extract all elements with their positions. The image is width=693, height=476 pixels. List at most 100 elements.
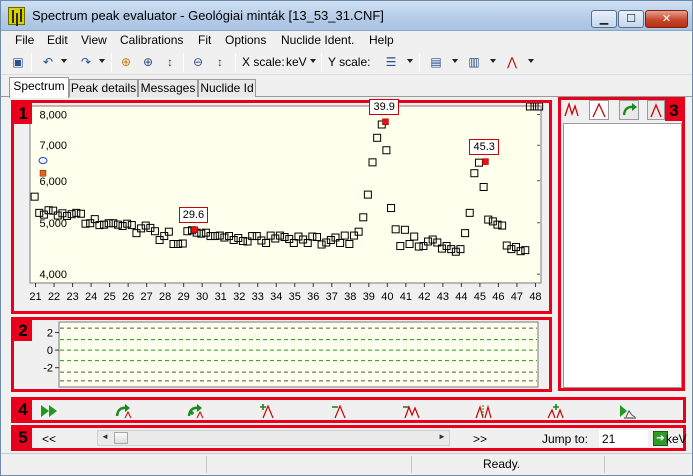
close-icon: ✕ — [661, 13, 672, 25]
residual-chart[interactable]: 2 0 -2 — [14, 320, 549, 389]
x-tick-label: 37 — [326, 291, 338, 303]
next-page-button[interactable]: >> — [473, 432, 487, 446]
tab-peak-details[interactable]: Peak details — [69, 79, 138, 97]
x-tick-label: 32 — [233, 291, 245, 303]
peak-display-dropdown-icon[interactable] — [528, 59, 534, 63]
x-scale-dropdown-icon[interactable] — [310, 59, 316, 63]
split-peak-button[interactable] — [474, 403, 492, 419]
residual-y-tick-label: -2 — [43, 363, 53, 375]
side-tab-spectrum[interactable] — [563, 100, 583, 120]
peak-marker[interactable] — [382, 118, 389, 126]
side-tab-more[interactable] — [647, 100, 665, 120]
menu-nuclide-ident[interactable]: Nuclide Ident. — [281, 33, 354, 47]
scroll-right-icon[interactable]: ► — [438, 432, 446, 441]
refit-add-button[interactable] — [186, 403, 204, 419]
zoom-out-button[interactable]: ⊖ — [189, 53, 207, 71]
jump-to-input[interactable] — [599, 430, 648, 447]
tab-spectrum[interactable]: Spectrum — [9, 77, 69, 98]
tab-nuclide-id[interactable]: Nuclide Id — [198, 79, 256, 97]
multiplet-button[interactable] — [402, 403, 420, 419]
remove-peak-button[interactable] — [330, 403, 348, 419]
undo-dropdown-icon[interactable] — [61, 59, 67, 63]
spectrum-peaks-icon — [564, 101, 579, 117]
spectrum-chart[interactable]: 21 22 23 24 25 26 27 28 29 30 31 32 33 34 35 36 37 38 39 40… — [14, 103, 549, 311]
peak-display-button[interactable]: ⋀ — [503, 53, 521, 71]
x-tick-label: 28 — [159, 291, 171, 303]
status-text: Ready. — [483, 457, 521, 471]
spectrum-data-dropdown-icon[interactable] — [452, 59, 458, 63]
arrow-right-icon: ➔ — [656, 433, 665, 444]
previous-page-button[interactable]: << — [42, 432, 56, 446]
undo-button[interactable]: ↶ — [39, 53, 57, 71]
peak-marker[interactable] — [191, 226, 199, 234]
y-scale-dropdown-icon[interactable] — [407, 59, 413, 63]
title-bar[interactable]: Spectrum peak evaluator - Geológiai mint… — [1, 1, 692, 31]
zoom-in-icon: ⊕ — [142, 55, 154, 69]
zoom-region-button[interactable]: ⊕ — [117, 53, 135, 71]
menu-fit[interactable]: Fit — [198, 33, 211, 47]
scrollbar-thumb[interactable] — [114, 432, 128, 444]
window-title: Spectrum peak evaluator - Geológiai mint… — [32, 8, 384, 23]
x-tick-label: 43 — [437, 291, 449, 303]
panel-number-5: 5 — [14, 428, 32, 448]
spectrum-plot-area[interactable] — [29, 105, 542, 284]
redo-button[interactable]: ↷ — [77, 53, 95, 71]
save-button[interactable]: ▣ — [9, 53, 27, 71]
tab-messages[interactable]: Messages — [138, 79, 198, 97]
add-peak-button[interactable] — [258, 403, 276, 419]
spectrum-data-button[interactable]: ▤ — [427, 53, 445, 71]
zoom-vertical-button[interactable]: ↕ — [161, 53, 179, 71]
log-scale-icon: ☰ — [385, 55, 397, 69]
fit-all-button[interactable] — [40, 403, 58, 419]
residual-plot-area[interactable] — [58, 321, 539, 388]
status-divider — [411, 456, 412, 473]
x-tick-label: 24 — [85, 291, 97, 303]
status-bar: Ready. — [1, 453, 692, 475]
navigation-panel: 5 << ◄ ► >> Jump to: ➔ keV — [11, 425, 687, 451]
spectrum-scrollbar[interactable]: ◄ ► — [97, 430, 450, 446]
maximize-button[interactable]: ☐ — [618, 10, 644, 28]
status-divider — [604, 456, 605, 473]
x-tick-label: 44 — [455, 291, 467, 303]
zoom-vertical-icon: ↕ — [167, 55, 173, 69]
peak-energy-label[interactable]: 29.6 — [178, 206, 209, 223]
x-tick-label: 39 — [363, 291, 375, 303]
side-tab-peak[interactable] — [589, 100, 609, 120]
spectrum-panel: 21 22 23 24 25 26 27 28 29 30 31 32 33 34 35 36 37 38 39 40… — [11, 98, 552, 314]
menu-edit[interactable]: Edit — [47, 33, 68, 47]
menu-file[interactable]: File — [15, 33, 34, 47]
menu-options[interactable]: Options — [225, 33, 266, 47]
remove-peak-icon — [332, 404, 346, 419]
menu-help[interactable]: Help — [369, 33, 394, 47]
y-scale-button[interactable]: ☰ — [382, 53, 400, 71]
x-tick-label: 33 — [252, 291, 264, 303]
residual-panel: 2 0 -2 2 — [11, 317, 552, 392]
x-scale-label: X scale: — [242, 55, 285, 69]
refit-button[interactable] — [114, 403, 132, 419]
close-button[interactable]: ✕ — [645, 10, 688, 28]
x-tick-label: 42 — [418, 291, 430, 303]
offscale-peak-marker[interactable] — [39, 169, 47, 177]
minimize-button[interactable]: ▁ — [591, 10, 617, 28]
zoom-out-vertical-button[interactable]: ↕ — [211, 53, 229, 71]
side-tab-refit[interactable] — [619, 100, 639, 120]
x-scale-value[interactable]: keV — [286, 55, 307, 69]
scroll-left-icon[interactable]: ◄ — [101, 432, 109, 441]
peak-display-icon: ⋀ — [507, 55, 517, 69]
zoom-in-button[interactable]: ⊕ — [139, 53, 157, 71]
x-tick-label: 21 — [29, 291, 41, 303]
add-multiplet-button[interactable] — [546, 403, 564, 419]
menu-view[interactable]: View — [81, 33, 107, 47]
refit-add-icon — [187, 404, 204, 419]
residual-y-tick-label: 0 — [47, 345, 53, 357]
single-peak-icon — [592, 102, 606, 118]
calibration-data-button[interactable]: ▥ — [465, 53, 483, 71]
peak-energy-label[interactable]: 39.9 — [369, 98, 399, 115]
peak-energy-label[interactable]: 45.3 — [469, 138, 499, 155]
menu-calibrations[interactable]: Calibrations — [120, 33, 183, 47]
baseline-button[interactable] — [618, 403, 636, 419]
calibration-data-dropdown-icon[interactable] — [490, 59, 496, 63]
offscale-indicator-icon — [38, 157, 48, 165]
peak-marker[interactable] — [482, 158, 489, 165]
redo-dropdown-icon[interactable] — [99, 59, 105, 63]
